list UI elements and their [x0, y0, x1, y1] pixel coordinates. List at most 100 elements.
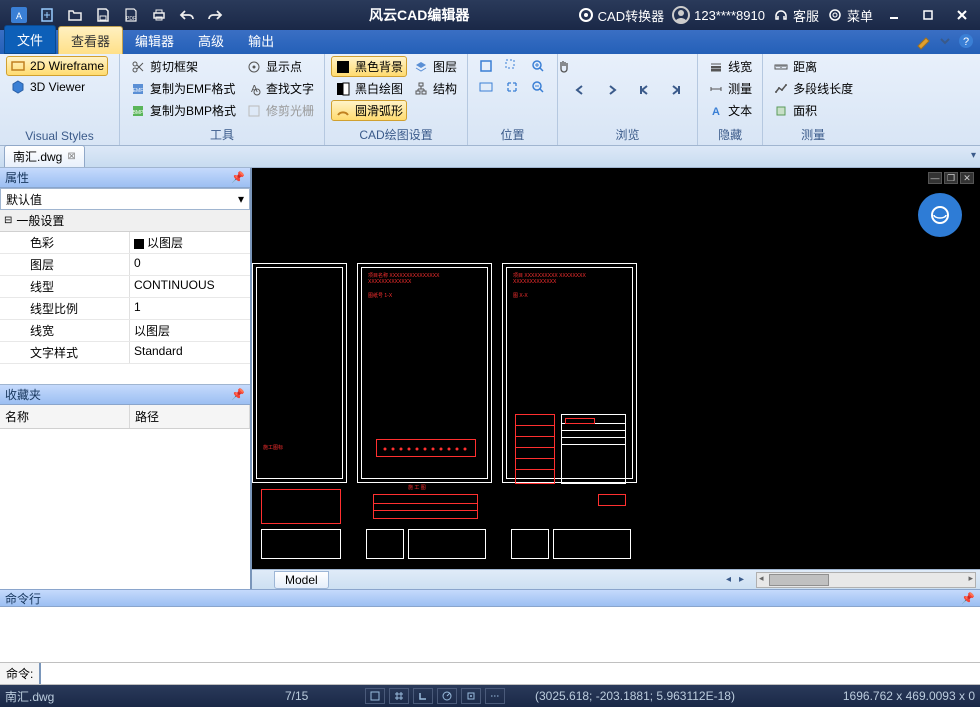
distance-button[interactable]: 距离: [769, 56, 857, 77]
trim-raster-button: 修剪光栅: [242, 100, 318, 121]
group-measure: 测量: [769, 124, 857, 145]
pin-icon[interactable]: 📌: [961, 592, 975, 605]
zoom-out-button[interactable]: [526, 77, 550, 97]
snap-toggle[interactable]: [365, 688, 385, 704]
properties-selector[interactable]: 默认值▾: [0, 188, 250, 210]
nav-back-button[interactable]: [569, 81, 591, 99]
tab-viewer[interactable]: 查看器: [58, 26, 123, 54]
zoom-window-button[interactable]: [500, 56, 524, 76]
converter-icon: [578, 7, 594, 23]
tab-editor[interactable]: 编辑器: [123, 27, 186, 54]
copy-emf-button[interactable]: EMF复制为EMF格式: [126, 78, 240, 99]
layout-next-icon[interactable]: ▸: [739, 574, 744, 585]
doctab-menu-icon[interactable]: ▾: [971, 150, 976, 161]
support-button[interactable]: 客服: [773, 6, 819, 25]
osnap-toggle[interactable]: [461, 688, 481, 704]
app-title: 风云CAD编辑器: [369, 5, 469, 25]
document-tab-bar: 南汇.dwg ⊠ ▾: [0, 146, 980, 168]
bw-icon: [335, 81, 351, 97]
structure-button[interactable]: 结构: [409, 78, 461, 99]
tab-file[interactable]: 文件: [4, 25, 56, 54]
last-icon: [669, 83, 683, 97]
smooth-arc-button[interactable]: 圆滑弧形: [331, 100, 407, 121]
nav-fwd-button[interactable]: [601, 81, 623, 99]
menu-button[interactable]: 菜单: [827, 6, 873, 25]
cmd-input[interactable]: [41, 663, 980, 684]
print-icon[interactable]: [147, 5, 171, 25]
hide-measure-button[interactable]: 测量: [704, 78, 756, 99]
area-button[interactable]: 面积: [769, 100, 857, 121]
zoom-fit-button[interactable]: [500, 77, 524, 97]
prop-textstyle[interactable]: 文字样式Standard: [0, 342, 250, 364]
ruler-icon: [773, 59, 789, 75]
user-account[interactable]: 123****8910: [672, 6, 765, 24]
save-pdf-icon[interactable]: PDF: [119, 5, 143, 25]
scissors-icon: [130, 59, 146, 75]
help-icon[interactable]: ?: [957, 32, 975, 50]
group-position: 位置: [474, 124, 551, 145]
svg-text:A: A: [16, 11, 22, 21]
new-icon[interactable]: [35, 5, 59, 25]
maximize-button[interactable]: [915, 5, 941, 25]
open-icon[interactable]: [63, 5, 87, 25]
prop-linetype[interactable]: 线型CONTINUOUS: [0, 276, 250, 298]
bmp-icon: BMP: [130, 103, 146, 119]
2d-wireframe-button[interactable]: 2D Wireframe: [6, 56, 108, 76]
main-area: 属性 📌 默认值▾ 一般设置 色彩以图层 图层0 线型CONTINUOUS 线型…: [0, 168, 980, 589]
layout-prev-icon[interactable]: ◂: [726, 574, 731, 585]
zoom-window-icon: [504, 58, 520, 74]
prop-ltscale[interactable]: 线型比例1: [0, 298, 250, 320]
titlebar: A PDF 风云CAD编辑器 CAD转换器 123****8910 客服 菜单: [0, 0, 980, 30]
chevron-down-icon[interactable]: [936, 32, 954, 50]
model-tab[interactable]: Model: [274, 571, 329, 589]
otrack-toggle[interactable]: [485, 688, 505, 704]
general-section[interactable]: 一般设置: [0, 210, 250, 232]
bw-draw-button[interactable]: 黑白绘图: [331, 78, 407, 99]
converter-label: CAD转换器: [598, 6, 664, 25]
zoom-in-button[interactable]: [526, 56, 550, 76]
layer-button[interactable]: 图层: [409, 56, 461, 77]
zoom-prev-button[interactable]: [474, 77, 498, 97]
style-icon[interactable]: [915, 32, 933, 50]
favorites-columns: 名称 路径: [0, 405, 250, 429]
document-tab[interactable]: 南汇.dwg ⊠: [4, 145, 85, 167]
nav-last-button[interactable]: [665, 81, 687, 99]
favorites-list[interactable]: [0, 429, 250, 589]
undo-icon[interactable]: [175, 5, 199, 25]
hide-linewidth-button[interactable]: 线宽: [704, 56, 756, 77]
prop-color[interactable]: 色彩以图层: [0, 232, 250, 254]
grid-toggle[interactable]: [389, 688, 409, 704]
ortho-toggle[interactable]: [413, 688, 433, 704]
tab-close-icon[interactable]: ⊠: [67, 151, 75, 162]
close-button[interactable]: [949, 5, 975, 25]
polar-toggle[interactable]: [437, 688, 457, 704]
hide-text-button[interactable]: A文本: [704, 100, 756, 121]
app-logo-icon[interactable]: A: [7, 5, 31, 25]
nav-first-button[interactable]: [633, 81, 655, 99]
cmd-history[interactable]: [0, 607, 980, 663]
fav-col-path: 路径: [130, 405, 250, 428]
prop-lineweight[interactable]: 线宽以图层: [0, 320, 250, 342]
tab-advanced[interactable]: 高级: [186, 27, 236, 54]
zoom-extents-button[interactable]: [474, 56, 498, 76]
scrollbar-thumb[interactable]: [769, 574, 829, 586]
find-text-button[interactable]: A查找文字: [242, 78, 318, 99]
drawing-canvas[interactable]: 施工图标 项目名称 XXXXXXXXXXXXXXXXXXXXXXXXXXXX 图…: [252, 168, 980, 569]
3d-viewer-button[interactable]: 3D Viewer: [6, 77, 108, 97]
horizontal-scrollbar[interactable]: ◂ ▸: [756, 572, 976, 588]
redo-icon[interactable]: [203, 5, 227, 25]
tree-icon: [413, 81, 429, 97]
black-bg-button[interactable]: 黑色背景: [331, 56, 407, 77]
prop-layer[interactable]: 图层0: [0, 254, 250, 276]
save-icon[interactable]: [91, 5, 115, 25]
tab-output[interactable]: 输出: [236, 27, 286, 54]
minimize-button[interactable]: [881, 5, 907, 25]
cad-converter-button[interactable]: CAD转换器: [578, 6, 664, 25]
clip-frame-button[interactable]: 剪切框架: [126, 56, 240, 77]
polyline-length-button[interactable]: 多段线长度: [769, 78, 857, 99]
pin-icon[interactable]: 📌: [231, 388, 245, 401]
copy-bmp-button[interactable]: BMP复制为BMP格式: [126, 100, 240, 121]
cmd-label: 命令:: [0, 663, 41, 684]
pin-icon[interactable]: 📌: [231, 171, 245, 184]
show-points-button[interactable]: 显示点: [242, 56, 318, 77]
